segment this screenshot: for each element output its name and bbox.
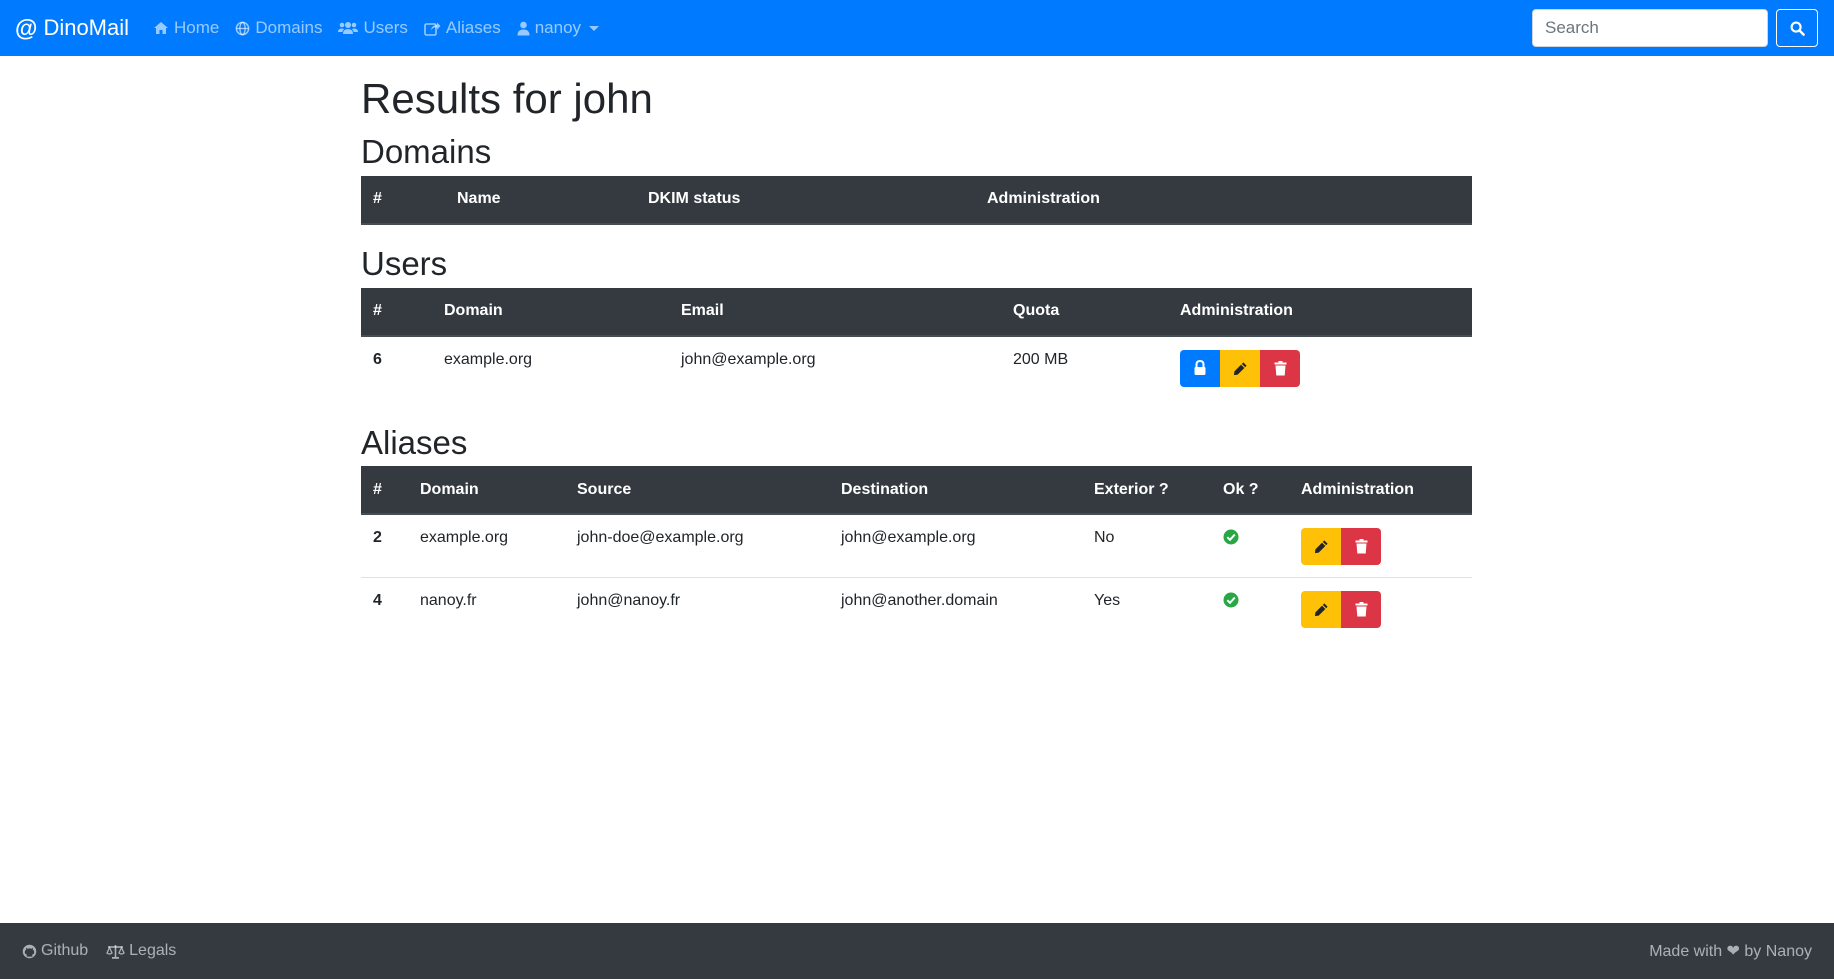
users-icon xyxy=(338,22,359,34)
user-admin-buttons xyxy=(1180,349,1300,387)
alias-destination: john@example.org xyxy=(841,529,976,547)
home-icon xyxy=(154,22,169,34)
nav-users[interactable]: Users xyxy=(338,18,408,38)
alias-id: 4 xyxy=(361,576,408,641)
pencil-icon xyxy=(1314,603,1328,616)
alias-exterior: Yes xyxy=(1082,576,1211,641)
alias-admin-buttons xyxy=(1301,590,1381,628)
domains-header-row: # Name DKIM status Administration xyxy=(361,175,1472,225)
users-heading: Users xyxy=(361,244,448,282)
page-title: Results for john xyxy=(361,75,653,122)
alias-id: 2 xyxy=(373,529,382,547)
alias-ok-cell xyxy=(1211,514,1289,577)
change-password-button[interactable] xyxy=(1180,349,1220,387)
lock-icon xyxy=(1194,360,1206,376)
user-domain: example.org xyxy=(444,350,533,368)
share-icon xyxy=(424,22,441,36)
nav-aliases-label: Aliases xyxy=(445,18,501,37)
github-icon xyxy=(22,944,37,958)
check-circle-icon xyxy=(1223,529,1239,545)
domains-table: # Name DKIM status Administration xyxy=(361,175,1472,225)
aliases-heading: Aliases xyxy=(361,423,468,461)
col-header: Destination xyxy=(829,466,1082,516)
col-header: Administration xyxy=(975,175,1472,225)
search-icon xyxy=(1790,21,1805,36)
check-circle-icon xyxy=(1223,592,1239,608)
col-header: Administration xyxy=(1168,287,1472,337)
alias-domain: example.org xyxy=(420,529,509,547)
edit-alias-button[interactable] xyxy=(1301,590,1341,628)
chevron-down-icon xyxy=(589,25,600,31)
brand-label: DinoMail xyxy=(43,15,130,40)
user-menu-dropdown[interactable]: nanoy xyxy=(517,18,600,38)
edit-alias-button[interactable] xyxy=(1301,528,1341,566)
alias-source: john@nanoy.fr xyxy=(565,576,829,641)
alias-destination: john@another.domain xyxy=(829,576,1082,641)
globe-icon xyxy=(236,21,250,35)
pencil-icon xyxy=(1233,361,1247,375)
trash-icon xyxy=(1355,539,1367,554)
user-id: 6 xyxy=(373,350,382,368)
footer-legals-label: Legals xyxy=(129,942,177,959)
alias-admin-cell xyxy=(1289,576,1472,641)
col-header: Domain xyxy=(408,466,565,516)
user-icon xyxy=(517,21,530,35)
alias-ok-cell xyxy=(1211,576,1289,641)
col-header: Domain xyxy=(432,287,669,337)
footer-legals-link[interactable]: Legals xyxy=(106,942,176,960)
user-quota: 200 MB xyxy=(1013,350,1069,368)
nav-home[interactable]: Home xyxy=(153,18,219,38)
search-button[interactable] xyxy=(1776,9,1818,47)
brand-link[interactable]: @ DinoMail xyxy=(15,15,129,42)
col-header: Exterior ? xyxy=(1082,466,1211,516)
user-email: john@example.org xyxy=(681,350,816,368)
alias-domain: nanoy.fr xyxy=(408,576,565,641)
users-table: # Domain Email Quota Administration 6 ex… xyxy=(361,287,1472,399)
edit-user-button[interactable] xyxy=(1220,349,1260,387)
col-header: Ok ? xyxy=(1211,466,1289,516)
aliases-table: # Domain Source Destination Exterior ? O… xyxy=(361,466,1472,641)
footer-github-link[interactable]: Github xyxy=(22,942,88,960)
footer: Github Legals Made with ❤ by Nanoy xyxy=(0,923,1834,979)
nav-domains[interactable]: Domains xyxy=(235,18,322,38)
balance-scale-icon xyxy=(106,944,125,959)
alias-admin-cell xyxy=(1289,514,1472,577)
delete-alias-button[interactable] xyxy=(1341,528,1381,566)
at-icon: @ xyxy=(15,14,38,41)
nav-home-label: Home xyxy=(174,18,220,37)
alias-source: john-doe@example.org xyxy=(577,529,744,547)
pencil-icon xyxy=(1314,540,1328,554)
user-menu-label: nanoy xyxy=(534,18,582,37)
search-input[interactable] xyxy=(1532,9,1768,47)
user-admin-cell xyxy=(1168,336,1472,399)
footer-credit: Made with ❤ by Nanoy xyxy=(1649,943,1812,960)
domains-heading: Domains xyxy=(361,133,492,171)
footer-github-label: Github xyxy=(41,942,89,959)
delete-user-button[interactable] xyxy=(1260,349,1300,387)
trash-icon xyxy=(1274,360,1286,376)
col-header: Email xyxy=(669,287,1001,337)
col-header: DKIM status xyxy=(636,175,975,225)
delete-alias-button[interactable] xyxy=(1341,590,1381,628)
nav-users-label: Users xyxy=(363,18,408,37)
col-header: Quota xyxy=(1001,287,1168,337)
col-header: Name xyxy=(445,175,636,225)
col-header: # xyxy=(361,175,445,225)
col-header: # xyxy=(361,287,432,337)
top-navbar: @ DinoMail Home Domains Users Aliases na… xyxy=(0,0,1834,56)
nav-aliases[interactable]: Aliases xyxy=(424,18,501,38)
table-row: 4 nanoy.fr john@nanoy.fr john@another.do… xyxy=(361,576,1472,641)
col-header: # xyxy=(361,466,408,516)
table-row: 6 example.org john@example.org 200 MB xyxy=(361,336,1472,399)
users-header-row: # Domain Email Quota Administration xyxy=(361,287,1472,337)
trash-icon xyxy=(1355,601,1367,617)
main-content: Results for john Domains # Name DKIM sta… xyxy=(361,56,1472,656)
aliases-header-row: # Domain Source Destination Exterior ? O… xyxy=(361,466,1472,516)
nav-domains-label: Domains xyxy=(255,18,323,37)
table-row: 2 example.org john-doe@example.org john@… xyxy=(361,514,1472,577)
alias-admin-buttons xyxy=(1301,528,1381,566)
alias-exterior: No xyxy=(1094,529,1115,547)
col-header: Administration xyxy=(1289,466,1472,516)
col-header: Source xyxy=(565,466,829,516)
